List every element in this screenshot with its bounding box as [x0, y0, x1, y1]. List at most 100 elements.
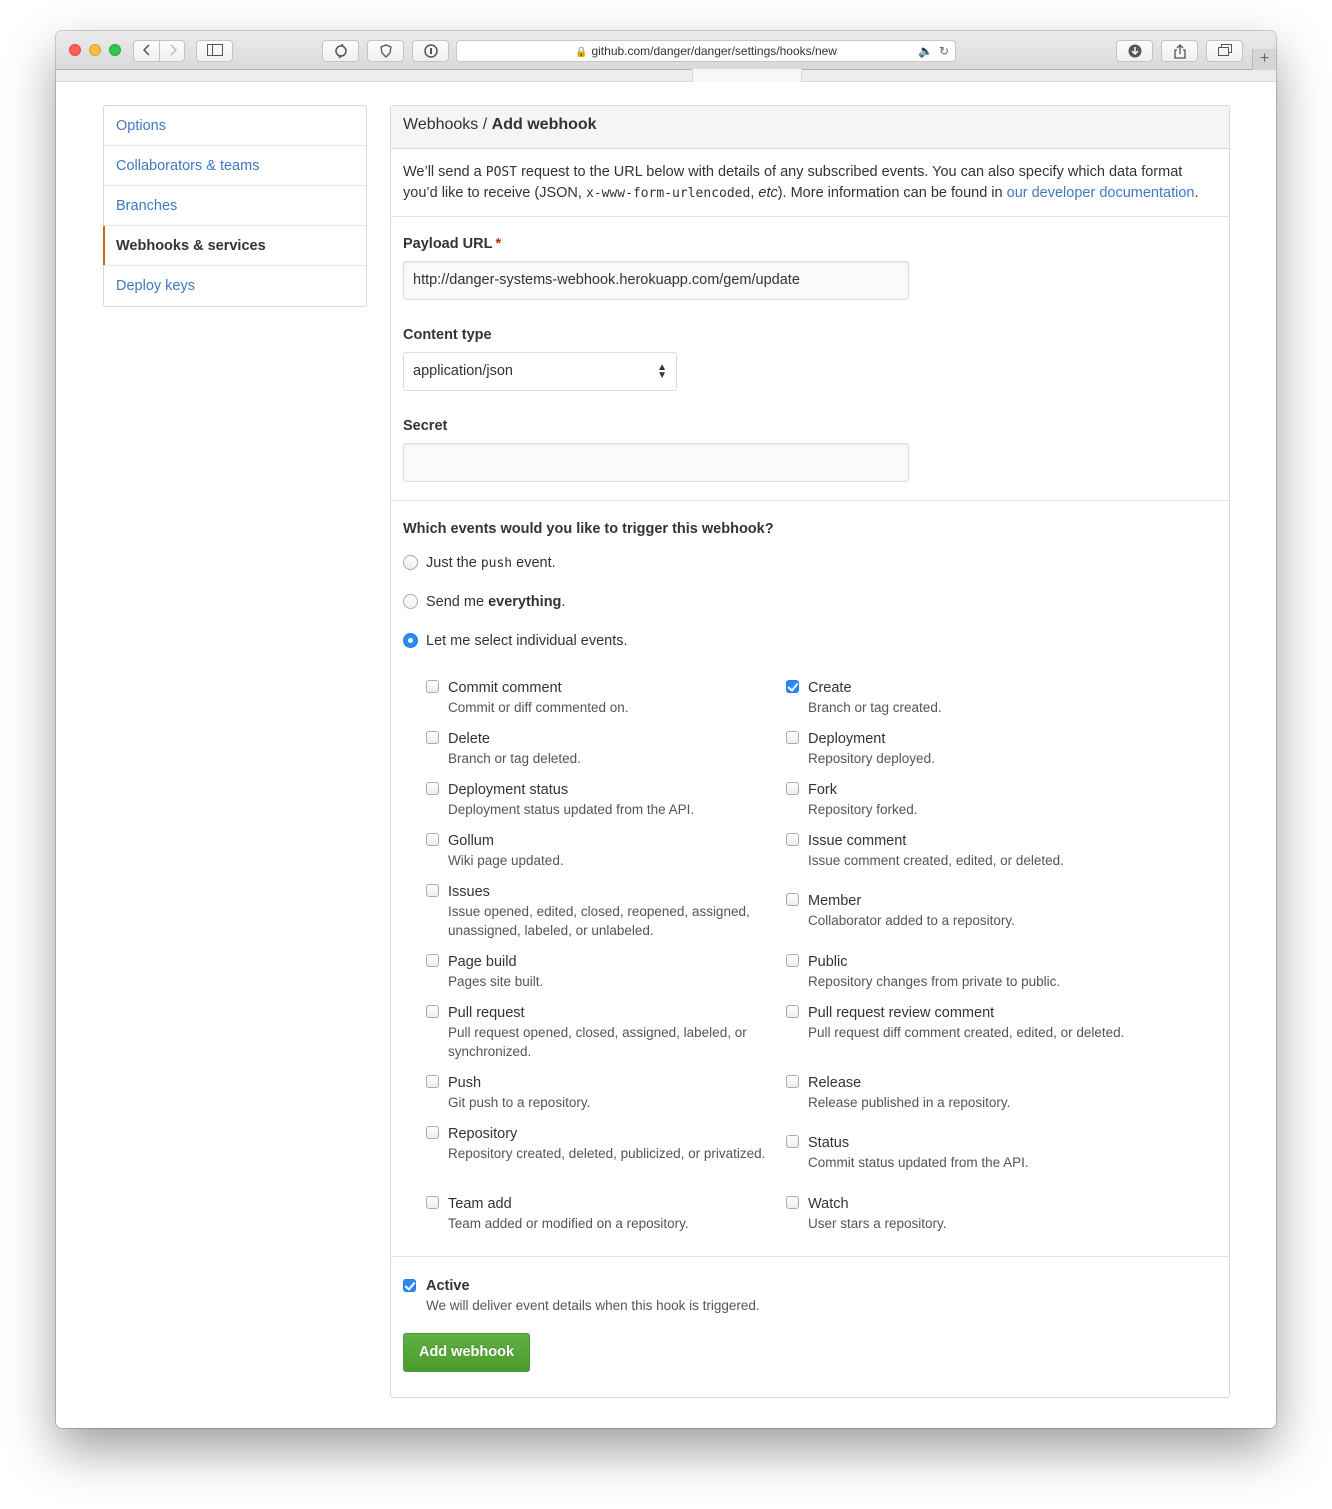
event-option[interactable]: Release Release published in a repository…: [786, 1074, 1126, 1112]
radio-push-icon[interactable]: [403, 555, 418, 570]
event-option[interactable]: Commit comment Commit or diff commented o…: [426, 679, 766, 717]
event-title: Pull request review comment: [808, 1005, 995, 1021]
event-title: Member: [808, 893, 862, 909]
page-title: Add webhook: [491, 116, 597, 133]
event-option[interactable]: Push Git push to a repository.: [426, 1074, 766, 1112]
reload-icon[interactable]: ↻: [939, 44, 949, 58]
event-option[interactable]: Pull request Pull request opened, closed,…: [426, 1004, 766, 1061]
event-checkbox[interactable]: [426, 1005, 439, 1018]
event-option[interactable]: Create Branch or tag created.: [786, 679, 1126, 717]
add-webhook-button[interactable]: Add webhook: [403, 1333, 530, 1372]
event-option[interactable]: Page build Pages site built.: [426, 953, 766, 991]
event-title: Deployment status: [448, 782, 569, 798]
event-option[interactable]: Deployment Repository deployed.: [786, 730, 1126, 768]
address-bar[interactable]: 🔒 github.com/danger/danger/settings/hooks…: [456, 40, 956, 62]
radio-everything[interactable]: Send me everything.: [403, 593, 1217, 632]
forward-button[interactable]: [160, 41, 186, 61]
event-checkbox[interactable]: [426, 782, 439, 795]
event-checkbox[interactable]: [426, 954, 439, 967]
secret-input[interactable]: [403, 443, 909, 482]
event-option[interactable]: Team add Team added or modified on a repo…: [426, 1195, 766, 1233]
event-description: Commit or diff commented on.: [448, 700, 629, 715]
payload-url-input[interactable]: http://danger-systems-webhook.herokuapp.…: [403, 261, 909, 300]
event-option[interactable]: Pull request review comment Pull request …: [786, 1004, 1126, 1042]
event-checkbox[interactable]: [786, 893, 799, 906]
event-description: Branch or tag created.: [808, 700, 942, 715]
event-option[interactable]: Issues Issue opened, edited, closed, reop…: [426, 883, 766, 940]
browser-toolbar: 🔒 github.com/danger/danger/settings/hooks…: [56, 31, 1276, 70]
event-checkbox[interactable]: [786, 1075, 799, 1088]
back-button[interactable]: [134, 41, 160, 61]
event-checkbox[interactable]: [786, 731, 799, 744]
minimize-window-button[interactable]: [89, 44, 101, 56]
event-checkbox[interactable]: [426, 731, 439, 744]
extension-sync-button[interactable]: [322, 40, 359, 62]
event-checkbox[interactable]: [786, 680, 799, 693]
breadcrumb-parent[interactable]: Webhooks: [403, 116, 478, 133]
event-title: Commit comment: [448, 680, 562, 696]
radio-individual[interactable]: Let me select individual events.: [403, 632, 1217, 671]
zoom-window-button[interactable]: [109, 44, 121, 56]
radio-everything-icon[interactable]: [403, 594, 418, 609]
payload-url-label-text: Payload URL: [403, 236, 493, 252]
event-description: Repository changes from private to publi…: [808, 974, 1061, 989]
event-option[interactable]: Watch User stars a repository.: [786, 1195, 1126, 1233]
event-option[interactable]: Public Repository changes from private to…: [786, 953, 1126, 991]
close-window-button[interactable]: [69, 44, 81, 56]
event-description: Release published in a repository.: [808, 1095, 1011, 1110]
event-checkbox[interactable]: [426, 1196, 439, 1209]
speaker-icon[interactable]: 🔈: [918, 44, 933, 58]
event-checkbox[interactable]: [426, 1126, 439, 1139]
event-checkbox[interactable]: [786, 833, 799, 846]
active-section: Active We will deliver event details whe…: [391, 1257, 1229, 1392]
event-option[interactable]: Repository Repository created, deleted, p…: [426, 1125, 766, 1163]
event-checkbox[interactable]: [426, 680, 439, 693]
radio-everything-text: Send me: [426, 594, 489, 610]
event-description: User stars a repository.: [808, 1216, 947, 1231]
radio-individual-icon[interactable]: [403, 633, 418, 648]
active-checkbox[interactable]: [403, 1279, 416, 1292]
event-checkbox[interactable]: [786, 782, 799, 795]
events-section: Which events would you like to trigger t…: [391, 501, 1229, 1257]
event-option[interactable]: Fork Repository forked.: [786, 781, 1126, 819]
event-description: Repository created, deleted, publicized,…: [448, 1146, 766, 1161]
info-extension-button[interactable]: [412, 40, 449, 62]
event-option[interactable]: Member Collaborator added to a repository…: [786, 892, 1126, 930]
developer-docs-link[interactable]: our developer documentation: [1007, 185, 1195, 201]
event-option[interactable]: Issue comment Issue comment created, edit…: [786, 832, 1126, 870]
content-type-select[interactable]: application/json ▲ ▼: [403, 352, 677, 391]
event-checkbox[interactable]: [786, 1135, 799, 1148]
sidebar-item-deploy-keys[interactable]: Deploy keys: [104, 266, 366, 306]
event-title: Team add: [448, 1196, 512, 1212]
tabs-overview-button[interactable]: [1206, 40, 1243, 62]
active-checkbox-row[interactable]: Active We will deliver event details whe…: [403, 1277, 1217, 1315]
event-checkbox[interactable]: [786, 954, 799, 967]
event-description: Repository forked.: [808, 802, 918, 817]
active-page-tab[interactable]: [692, 69, 802, 82]
event-description: Wiki page updated.: [448, 853, 564, 868]
event-checkbox[interactable]: [426, 1075, 439, 1088]
browser-window: 🔒 github.com/danger/danger/settings/hooks…: [56, 31, 1276, 1428]
event-option[interactable]: Status Commit status updated from the API…: [786, 1134, 1126, 1172]
event-checkbox[interactable]: [786, 1005, 799, 1018]
event-checkbox[interactable]: [426, 833, 439, 846]
radio-push-only[interactable]: Just the push event.: [403, 554, 1217, 593]
share-button[interactable]: [1161, 40, 1198, 62]
sidebar-item-webhooks[interactable]: Webhooks & services: [103, 226, 366, 266]
sidebar-item-options[interactable]: Options: [104, 106, 366, 146]
event-description: Team added or modified on a repository.: [448, 1216, 689, 1231]
event-title: Push: [448, 1075, 482, 1091]
event-title: Issues: [448, 884, 490, 900]
sidebar-item-collaborators[interactable]: Collaborators & teams: [104, 146, 366, 186]
required-mark: *: [495, 236, 502, 252]
sidebar-toggle-button[interactable]: [196, 40, 233, 62]
event-checkbox[interactable]: [426, 884, 439, 897]
event-option[interactable]: Deployment status Deployment status updat…: [426, 781, 766, 819]
event-option[interactable]: Gollum Wiki page updated.: [426, 832, 766, 870]
event-option[interactable]: Delete Branch or tag deleted.: [426, 730, 766, 768]
sidebar-item-branches[interactable]: Branches: [104, 186, 366, 226]
shield-extension-button[interactable]: [367, 40, 404, 62]
downloads-button[interactable]: [1116, 40, 1153, 62]
event-checkbox[interactable]: [786, 1196, 799, 1209]
new-tab-button[interactable]: +: [1252, 49, 1276, 70]
